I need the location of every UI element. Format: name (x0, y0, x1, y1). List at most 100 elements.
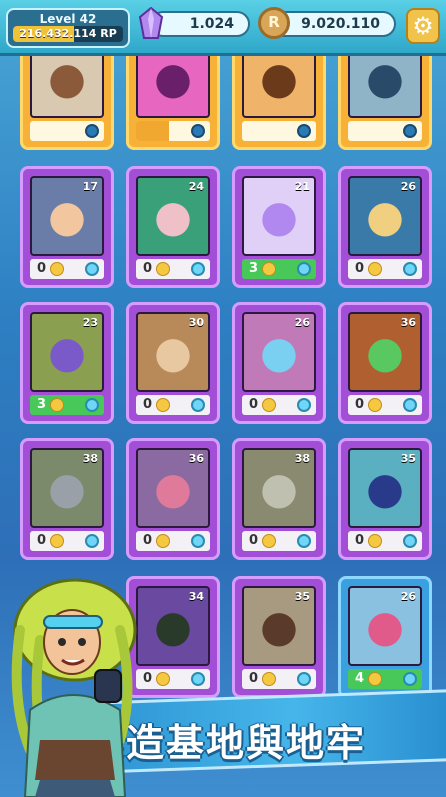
character-level: 35 (400, 452, 416, 465)
card-count: 0 (143, 261, 153, 276)
character-portrait: 26 (348, 586, 422, 666)
star-icon (50, 262, 64, 276)
card-count-bar: 0 (30, 531, 104, 551)
character-portrait: 35 (242, 586, 316, 666)
settings-button[interactable]: ⚙ (406, 8, 440, 44)
character-level: 38 (82, 452, 98, 465)
character-card[interactable]: 38 0 (20, 438, 114, 560)
character-level: 26 (400, 590, 416, 603)
character-portrait: 17 (30, 176, 104, 256)
character-card[interactable]: 17 0 (20, 166, 114, 288)
coins-counter[interactable]: 9.020.110 (258, 7, 396, 39)
character-card[interactable]: 26 0 (232, 302, 326, 424)
card-count-bar: 4 (348, 669, 422, 689)
orb-icon (403, 398, 417, 412)
orb-icon (85, 398, 99, 412)
character-portrait: 35 (348, 448, 422, 528)
hero-character-illustration (11, 578, 137, 797)
level-panel[interactable]: Level 42 216.432.114 RP (6, 8, 130, 48)
orb-icon (85, 124, 99, 138)
gear-icon: ⚙ (412, 12, 434, 40)
card-progress-bar (136, 121, 210, 141)
card-count: 4 (355, 671, 365, 686)
card-count: 0 (143, 533, 153, 548)
character-portrait: 26 (348, 176, 422, 256)
character-level: 23 (82, 316, 98, 329)
card-count-bar: 3 (30, 395, 104, 415)
coins-value: 9.020.110 (301, 16, 380, 32)
rp-progress-bar: 216.432.114 RP (13, 26, 123, 42)
card-progress-bar (348, 121, 422, 141)
star-icon (156, 398, 170, 412)
character-card[interactable]: 35 0 (232, 576, 326, 698)
orb-icon (403, 262, 417, 276)
card-count-bar: 0 (348, 259, 422, 279)
orb-icon (191, 262, 205, 276)
character-level: 30 (188, 316, 204, 329)
card-count-bar: 0 (136, 395, 210, 415)
card-count: 0 (355, 397, 365, 412)
orb-icon (403, 534, 417, 548)
orb-icon (297, 398, 311, 412)
card-count-bar: 0 (136, 531, 210, 551)
character-card[interactable]: 36 0 (338, 302, 432, 424)
gems-value: 1.024 (189, 16, 234, 32)
character-portrait: 38 (242, 448, 316, 528)
character-portrait: 23 (30, 312, 104, 392)
star-icon (262, 672, 276, 686)
gems-counter[interactable]: 1.024 (138, 7, 250, 39)
card-count-bar: 0 (242, 395, 316, 415)
card-count-bar: 0 (348, 531, 422, 551)
coin-icon (258, 7, 290, 39)
gem-icon (138, 7, 164, 39)
character-portrait: 24 (136, 176, 210, 256)
orb-icon (297, 124, 311, 138)
orb-icon (191, 534, 205, 548)
character-portrait: 26 (242, 312, 316, 392)
card-count-bar: 0 (348, 395, 422, 415)
card-count: 0 (37, 261, 47, 276)
character-level: 26 (294, 316, 310, 329)
star-icon (50, 398, 64, 412)
level-label: Level 42 (39, 12, 97, 26)
card-count-bar: 0 (242, 531, 316, 551)
orb-icon (191, 398, 205, 412)
card-count-bar: 0 (136, 259, 210, 279)
character-card[interactable]: 21 3 (232, 166, 326, 288)
top-bar: Level 42 216.432.114 RP 1.024 9.020.110 … (0, 0, 446, 56)
star-icon (368, 398, 382, 412)
character-portrait: 36 (136, 448, 210, 528)
star-icon (262, 262, 276, 276)
character-portrait: 38 (30, 448, 104, 528)
card-count-bar: 0 (242, 669, 316, 689)
character-card[interactable]: 38 0 (232, 438, 326, 560)
star-icon (368, 262, 382, 276)
character-card[interactable]: 36 0 (126, 438, 220, 560)
character-level: 36 (188, 452, 204, 465)
character-card[interactable]: 26 4 (338, 576, 432, 698)
orb-icon (191, 124, 205, 138)
card-progress-fill (136, 121, 170, 141)
character-card[interactable]: 26 0 (338, 166, 432, 288)
character-level: 35 (294, 590, 310, 603)
orb-icon (403, 672, 417, 686)
star-icon (156, 534, 170, 548)
orb-icon (297, 262, 311, 276)
character-level: 17 (82, 180, 98, 193)
character-level: 24 (188, 180, 204, 193)
character-level: 26 (400, 180, 416, 193)
character-portrait: 30 (136, 312, 210, 392)
card-count: 0 (249, 533, 259, 548)
star-icon (368, 672, 382, 686)
card-count: 0 (249, 671, 259, 686)
star-icon (262, 534, 276, 548)
card-count: 0 (143, 397, 153, 412)
character-card[interactable]: 30 0 (126, 302, 220, 424)
character-card[interactable]: 24 0 (126, 166, 220, 288)
rp-value: 216.432.114 RP (19, 27, 117, 40)
character-card[interactable]: 35 0 (338, 438, 432, 560)
character-card[interactable]: 23 3 (20, 302, 114, 424)
character-level: 38 (294, 452, 310, 465)
orb-icon (403, 124, 417, 138)
card-progress-bar (30, 121, 104, 141)
